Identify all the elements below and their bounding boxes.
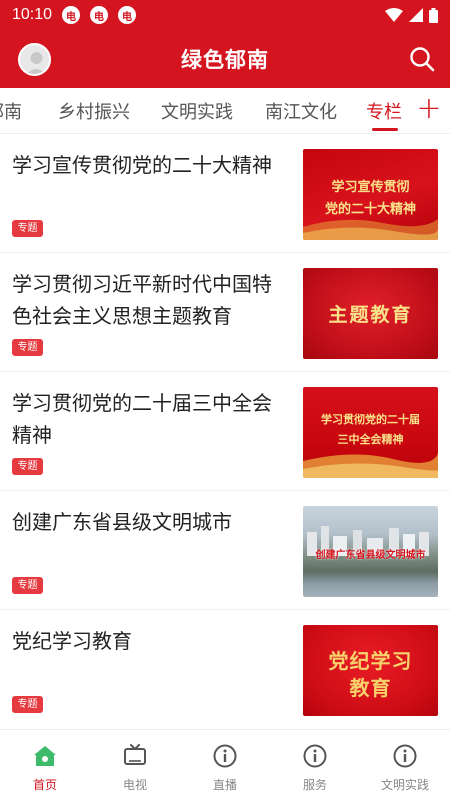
thumbnail-caption: 创建广东省县级文明城市 bbox=[315, 550, 426, 561]
topic-tag: 专题 bbox=[12, 458, 43, 475]
user-icon bbox=[26, 52, 47, 74]
item-thumbnail: 学习宣传贯彻 党的二十大精神 bbox=[303, 149, 438, 240]
thumbnail-caption: 党的二十大精神 bbox=[324, 202, 416, 217]
nav-label: 文明实践 bbox=[380, 778, 429, 792]
notification-badge: 电 bbox=[62, 6, 81, 24]
item-title: 学习宣传贯彻党的二十大精神 bbox=[12, 153, 272, 177]
nav-tv[interactable]: 电视 bbox=[90, 730, 180, 799]
thumbnail-caption: 主题教育 bbox=[328, 304, 413, 326]
topic-list: 学习宣传贯彻党的二十大精神 专题 学习宣传贯彻 党的二十大精神 学习贯彻习近平新… bbox=[0, 134, 450, 729]
nav-label: 电视 bbox=[122, 778, 147, 792]
channel-tabs: 郁南 乡村振兴 文明实践 南江文化 专栏 + bbox=[0, 88, 450, 134]
list-item[interactable]: 学习贯彻习近平新时代中国特色社会主义思想主题教育 专题 主题教育 bbox=[0, 253, 450, 372]
thumbnail-caption: 教育 bbox=[349, 676, 392, 700]
bottom-nav: 首页 电视 直播 服务 文明实践 bbox=[0, 729, 450, 799]
home-icon bbox=[34, 746, 56, 766]
item-title: 党纪学习教育 bbox=[12, 629, 132, 653]
info-icon bbox=[213, 744, 237, 768]
notification-badge: 电 bbox=[118, 6, 137, 24]
list-item[interactable]: 学习宣传贯彻党的二十大精神 专题 学习宣传贯彻 党的二十大精神 bbox=[0, 134, 450, 253]
item-thumbnail: 创建广东省县级文明城市 bbox=[303, 506, 438, 597]
tab-nanjiang-culture[interactable]: 南江文化 bbox=[265, 98, 337, 124]
tab-rural-revitalization[interactable]: 乡村振兴 bbox=[58, 98, 130, 124]
list-item[interactable]: 创建广东省县级文明城市 专题 创建广东省县级文明城市 bbox=[0, 491, 450, 610]
nav-home[interactable]: 首页 bbox=[0, 730, 90, 799]
search-icon[interactable] bbox=[408, 45, 436, 73]
item-title: 学习贯彻习近平新时代中国特色社会主义思想主题教育 bbox=[12, 272, 272, 328]
item-thumbnail: 主题教育 bbox=[303, 268, 438, 359]
tab-civilization-practice[interactable]: 文明实践 bbox=[161, 98, 233, 124]
item-title: 创建广东省县级文明城市 bbox=[12, 510, 232, 534]
active-tab-indicator bbox=[372, 128, 398, 131]
notification-badge: 电 bbox=[90, 6, 109, 24]
nav-civilization-practice[interactable]: 文明实践 bbox=[360, 730, 450, 799]
status-bar: 10:10 电 电 电 bbox=[0, 0, 450, 30]
list-item[interactable]: 学习贯彻党的二十届三中全会精神 专题 学习贯彻党的二十届 三中全会精神 bbox=[0, 372, 450, 491]
app-header: 绿色郁南 bbox=[0, 30, 450, 88]
info-icon bbox=[393, 744, 417, 768]
topic-tag: 专题 bbox=[12, 220, 43, 237]
signal-icon bbox=[409, 8, 423, 22]
nav-label: 首页 bbox=[32, 778, 57, 792]
thumbnail-caption: 学习贯彻党的二十届 bbox=[321, 413, 420, 426]
tv-icon bbox=[124, 744, 146, 765]
battery-icon bbox=[429, 7, 438, 23]
tab-column[interactable]: 专栏 bbox=[366, 98, 402, 124]
wifi-icon bbox=[385, 8, 403, 22]
nav-label: 直播 bbox=[212, 778, 237, 792]
page-title: 绿色郁南 bbox=[181, 48, 269, 72]
avatar[interactable] bbox=[18, 43, 51, 76]
thumbnail-caption: 学习宣传贯彻 bbox=[331, 180, 410, 195]
item-title: 学习贯彻党的二十届三中全会精神 bbox=[12, 391, 272, 447]
topic-tag: 专题 bbox=[12, 696, 43, 713]
tab-yunan[interactable]: 郁南 bbox=[0, 98, 22, 124]
nav-live[interactable]: 直播 bbox=[180, 730, 270, 799]
list-item[interactable]: 党纪学习教育 专题 党纪学习 教育 bbox=[0, 610, 450, 729]
topic-tag: 专题 bbox=[12, 577, 43, 594]
info-icon bbox=[303, 744, 327, 768]
status-time: 10:10 bbox=[12, 6, 53, 23]
nav-service[interactable]: 服务 bbox=[270, 730, 360, 799]
topic-tag: 专题 bbox=[12, 339, 43, 356]
item-thumbnail: 学习贯彻党的二十届 三中全会精神 bbox=[303, 387, 438, 478]
add-channel-icon[interactable]: + bbox=[412, 92, 446, 128]
item-thumbnail: 党纪学习 教育 bbox=[303, 625, 438, 716]
thumbnail-caption: 三中全会精神 bbox=[337, 433, 404, 446]
nav-label: 服务 bbox=[302, 778, 327, 792]
thumbnail-caption: 党纪学习 bbox=[328, 649, 413, 673]
